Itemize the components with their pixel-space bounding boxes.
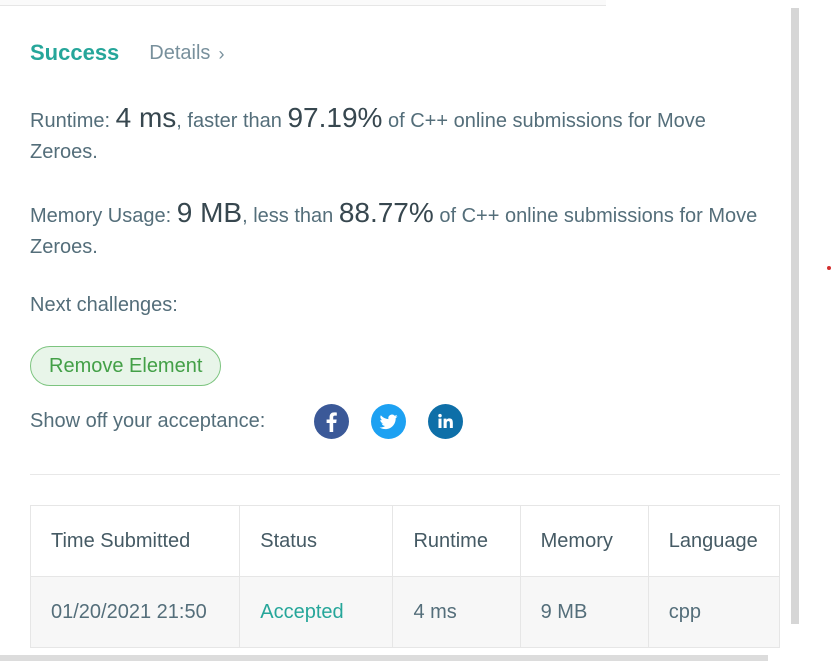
facebook-glyph [326, 412, 337, 433]
linkedin-glyph [438, 413, 453, 428]
memory-summary: Memory Usage: 9 MB, less than 88.77% of … [30, 197, 760, 263]
linkedin-icon[interactable] [428, 404, 463, 439]
header-runtime: Runtime [392, 505, 521, 577]
twitter-icon[interactable] [371, 404, 406, 439]
header-time-submitted: Time Submitted [29, 505, 241, 577]
header-status: Status [239, 505, 394, 577]
runtime-label: Runtime: [30, 110, 111, 132]
runtime-percent: 97.19% [287, 102, 383, 133]
table-header: Time Submitted Status Runtime Memory Lan… [29, 505, 781, 577]
top-divider [0, 0, 606, 6]
runtime-value: 4 ms [115, 102, 177, 133]
table-row: 01/20/2021 21:50 Accepted 4 ms 9 MB cpp [29, 576, 781, 648]
cell-time-submitted: 01/20/2021 21:50 [29, 576, 241, 648]
section-divider [30, 474, 780, 475]
cell-language: cpp [647, 576, 781, 648]
memory-label: Memory Usage: [30, 205, 172, 227]
header-memory: Memory [519, 505, 649, 577]
success-status: Success [30, 40, 120, 65]
table-body: 01/20/2021 21:50 Accepted 4 ms 9 MB cpp [29, 576, 781, 648]
horizontal-scrollbar[interactable] [0, 655, 768, 661]
indicator-dot [827, 266, 831, 270]
result-header: Success Details › [30, 40, 224, 66]
cell-status-link[interactable]: Accepted [239, 576, 394, 648]
details-label: Details [149, 41, 211, 64]
memory-mid-text: , less than [242, 205, 334, 227]
twitter-glyph [379, 414, 398, 430]
details-link[interactable]: Details › [149, 42, 224, 65]
runtime-mid-text: , faster than [176, 110, 282, 132]
vertical-scrollbar[interactable] [791, 8, 799, 624]
challenge-remove-element-button[interactable]: Remove Element [30, 346, 222, 386]
cell-memory: 9 MB [519, 576, 649, 648]
share-label: Show off your acceptance: [30, 410, 266, 432]
submissions-table: Time Submitted Status Runtime Memory Lan… [29, 505, 781, 648]
next-challenges-label: Next challenges: [30, 294, 178, 316]
facebook-icon[interactable] [314, 404, 349, 439]
header-language: Language [647, 505, 781, 577]
memory-value: 9 MB [176, 197, 243, 228]
memory-percent: 88.77% [338, 197, 434, 228]
submission-result-page: Success Details › Runtime: 4 ms, faster … [0, 0, 834, 661]
cell-runtime: 4 ms [392, 576, 521, 648]
runtime-summary: Runtime: 4 ms, faster than 97.19% of C++… [30, 102, 760, 168]
table-header-row: Time Submitted Status Runtime Memory Lan… [29, 505, 781, 577]
chevron-right-icon: › [218, 44, 225, 64]
share-row: Show off your acceptance: [30, 404, 485, 439]
